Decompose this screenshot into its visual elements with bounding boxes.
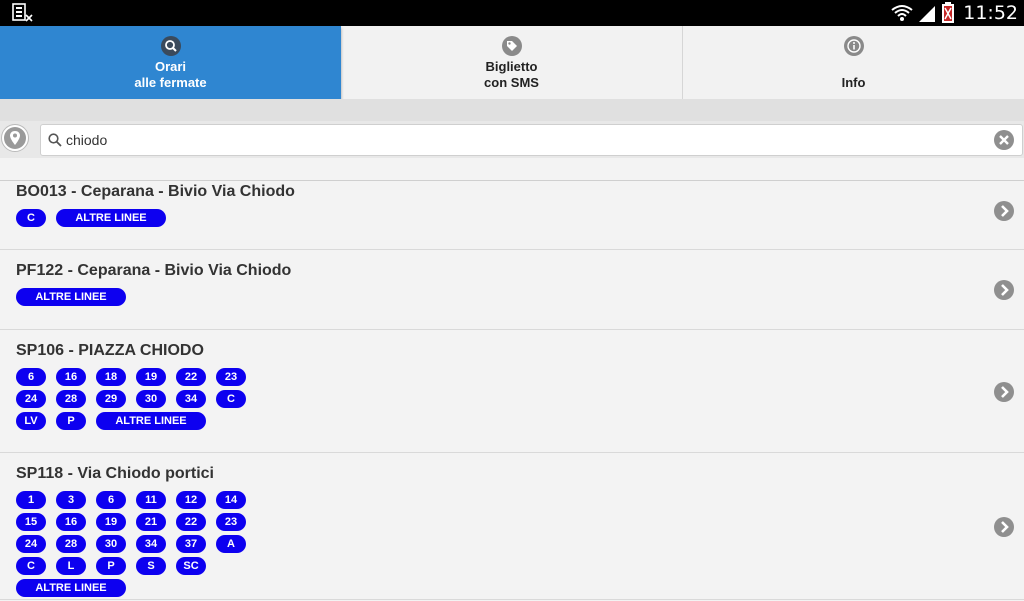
result-item[interactable]: PF122 - Ceparana - Bivio Via Chiodo ALTRE…: [0, 250, 1024, 330]
line-badge[interactable]: LV: [16, 412, 46, 430]
line-badge[interactable]: 6: [16, 368, 46, 386]
line-badges: 6 16 18 19 22 23 24 28 29 30 34 C LV P ALTRE LINEE: [16, 368, 276, 434]
tab-biglietto-label: Biglietto con SMS: [484, 59, 539, 90]
clear-icon[interactable]: [993, 129, 1015, 151]
line-badge[interactable]: 24: [16, 535, 46, 553]
line-badge[interactable]: 21: [136, 513, 166, 531]
line-badge[interactable]: 23: [216, 513, 246, 531]
line-badge[interactable]: 30: [96, 535, 126, 553]
line-badge[interactable]: 15: [16, 513, 46, 531]
tab-orari[interactable]: Orari alle fermate: [0, 26, 341, 99]
line-badge[interactable]: 24: [16, 390, 46, 408]
result-item[interactable]: SP118 - Via Chiodo portici 1 3 6 11 12 14 15 16 1…: [0, 453, 1024, 600]
stop-title: SP106 - PIAZZA CHIODO: [16, 342, 204, 359]
line-badge[interactable]: 23: [216, 368, 246, 386]
tab-orari-label: Orari alle fermate: [134, 59, 207, 90]
search-icon: [48, 133, 62, 147]
line-badge[interactable]: 28: [56, 535, 86, 553]
stop-title: SP118 - Via Chiodo portici: [16, 465, 214, 482]
line-badge[interactable]: 16: [56, 513, 86, 531]
line-badge[interactable]: C: [216, 390, 246, 408]
line-badge[interactable]: A: [216, 535, 246, 553]
line-badge[interactable]: 16: [56, 368, 86, 386]
clock: 11:52: [963, 2, 1018, 24]
line-badge[interactable]: P: [56, 412, 86, 430]
line-badge[interactable]: 34: [176, 390, 206, 408]
line-badge[interactable]: 37: [176, 535, 206, 553]
line-badges: ALTRE LINEE: [16, 288, 276, 310]
tab-biglietto[interactable]: Biglietto con SMS: [341, 26, 683, 99]
tab-info[interactable]: Info: [683, 26, 1024, 99]
chevron-right-icon[interactable]: [993, 200, 1015, 222]
line-badge[interactable]: 19: [96, 513, 126, 531]
line-badge[interactable]: C: [16, 209, 46, 227]
other-lines-badge[interactable]: ALTRE LINEE: [16, 579, 126, 597]
chevron-right-icon[interactable]: [993, 279, 1015, 301]
search-value: chiodo: [66, 132, 108, 148]
other-lines-badge[interactable]: ALTRE LINEE: [16, 288, 126, 306]
wifi-icon: [891, 5, 913, 21]
line-badges: 1 3 6 11 12 14 15 16 19 21 22 23 24 28 30 34 37 A C L P S SC AL…: [16, 491, 276, 601]
line-badge[interactable]: 3: [56, 491, 86, 509]
battery-icon: [942, 2, 955, 23]
line-badge[interactable]: 14: [216, 491, 246, 509]
line-badge[interactable]: P: [96, 557, 126, 575]
result-item[interactable]: BO013 - Ceparana - Bivio Via Chiodo C ALTR…: [0, 181, 1024, 250]
sim-card-error-icon: [12, 3, 33, 22]
location-button[interactable]: [1, 124, 29, 152]
other-lines-badge[interactable]: ALTRE LINEE: [96, 412, 206, 430]
line-badge[interactable]: 22: [176, 368, 206, 386]
search-row: chiodo: [0, 121, 1024, 158]
chevron-right-icon[interactable]: [993, 381, 1015, 403]
tag-icon: [501, 36, 522, 56]
line-badge[interactable]: 6: [96, 491, 126, 509]
signal-icon: [919, 6, 936, 22]
line-badge[interactable]: 29: [96, 390, 126, 408]
line-badge[interactable]: 18: [96, 368, 126, 386]
other-lines-badge[interactable]: ALTRE LINEE: [56, 209, 166, 227]
result-item[interactable]: SP106 - PIAZZA CHIODO 6 16 18 19 22 23 24 28 29 30…: [0, 330, 1024, 453]
search-input[interactable]: chiodo: [40, 124, 1023, 156]
line-badges: C ALTRE LINEE: [16, 209, 276, 231]
line-badge[interactable]: 19: [136, 368, 166, 386]
line-badge[interactable]: 11: [136, 491, 166, 509]
line-badge[interactable]: 34: [136, 535, 166, 553]
info-icon: [843, 36, 864, 56]
line-badge[interactable]: 22: [176, 513, 206, 531]
search-icon: [160, 36, 181, 56]
stop-title: BO013 - Ceparana - Bivio Via Chiodo: [16, 183, 295, 200]
results-list: BO013 - Ceparana - Bivio Via Chiodo C ALTR…: [0, 181, 1024, 600]
line-badge[interactable]: C: [16, 557, 46, 575]
line-badge[interactable]: S: [136, 557, 166, 575]
stop-title: PF122 - Ceparana - Bivio Via Chiodo: [16, 262, 292, 279]
line-badge[interactable]: 28: [56, 390, 86, 408]
chevron-right-icon[interactable]: [993, 516, 1015, 538]
location-pin-icon: [4, 127, 26, 149]
line-badge[interactable]: SC: [176, 557, 206, 575]
status-bar: 11:52: [0, 0, 1024, 26]
tab-info-label: Info: [841, 75, 866, 90]
tab-bar: Orari alle fermate Biglietto con SMS Inf…: [0, 26, 1024, 99]
line-badge[interactable]: 30: [136, 390, 166, 408]
line-badge[interactable]: L: [56, 557, 86, 575]
line-badge[interactable]: 1: [16, 491, 46, 509]
tab-separator: [0, 99, 1024, 121]
line-badge[interactable]: 12: [176, 491, 206, 509]
